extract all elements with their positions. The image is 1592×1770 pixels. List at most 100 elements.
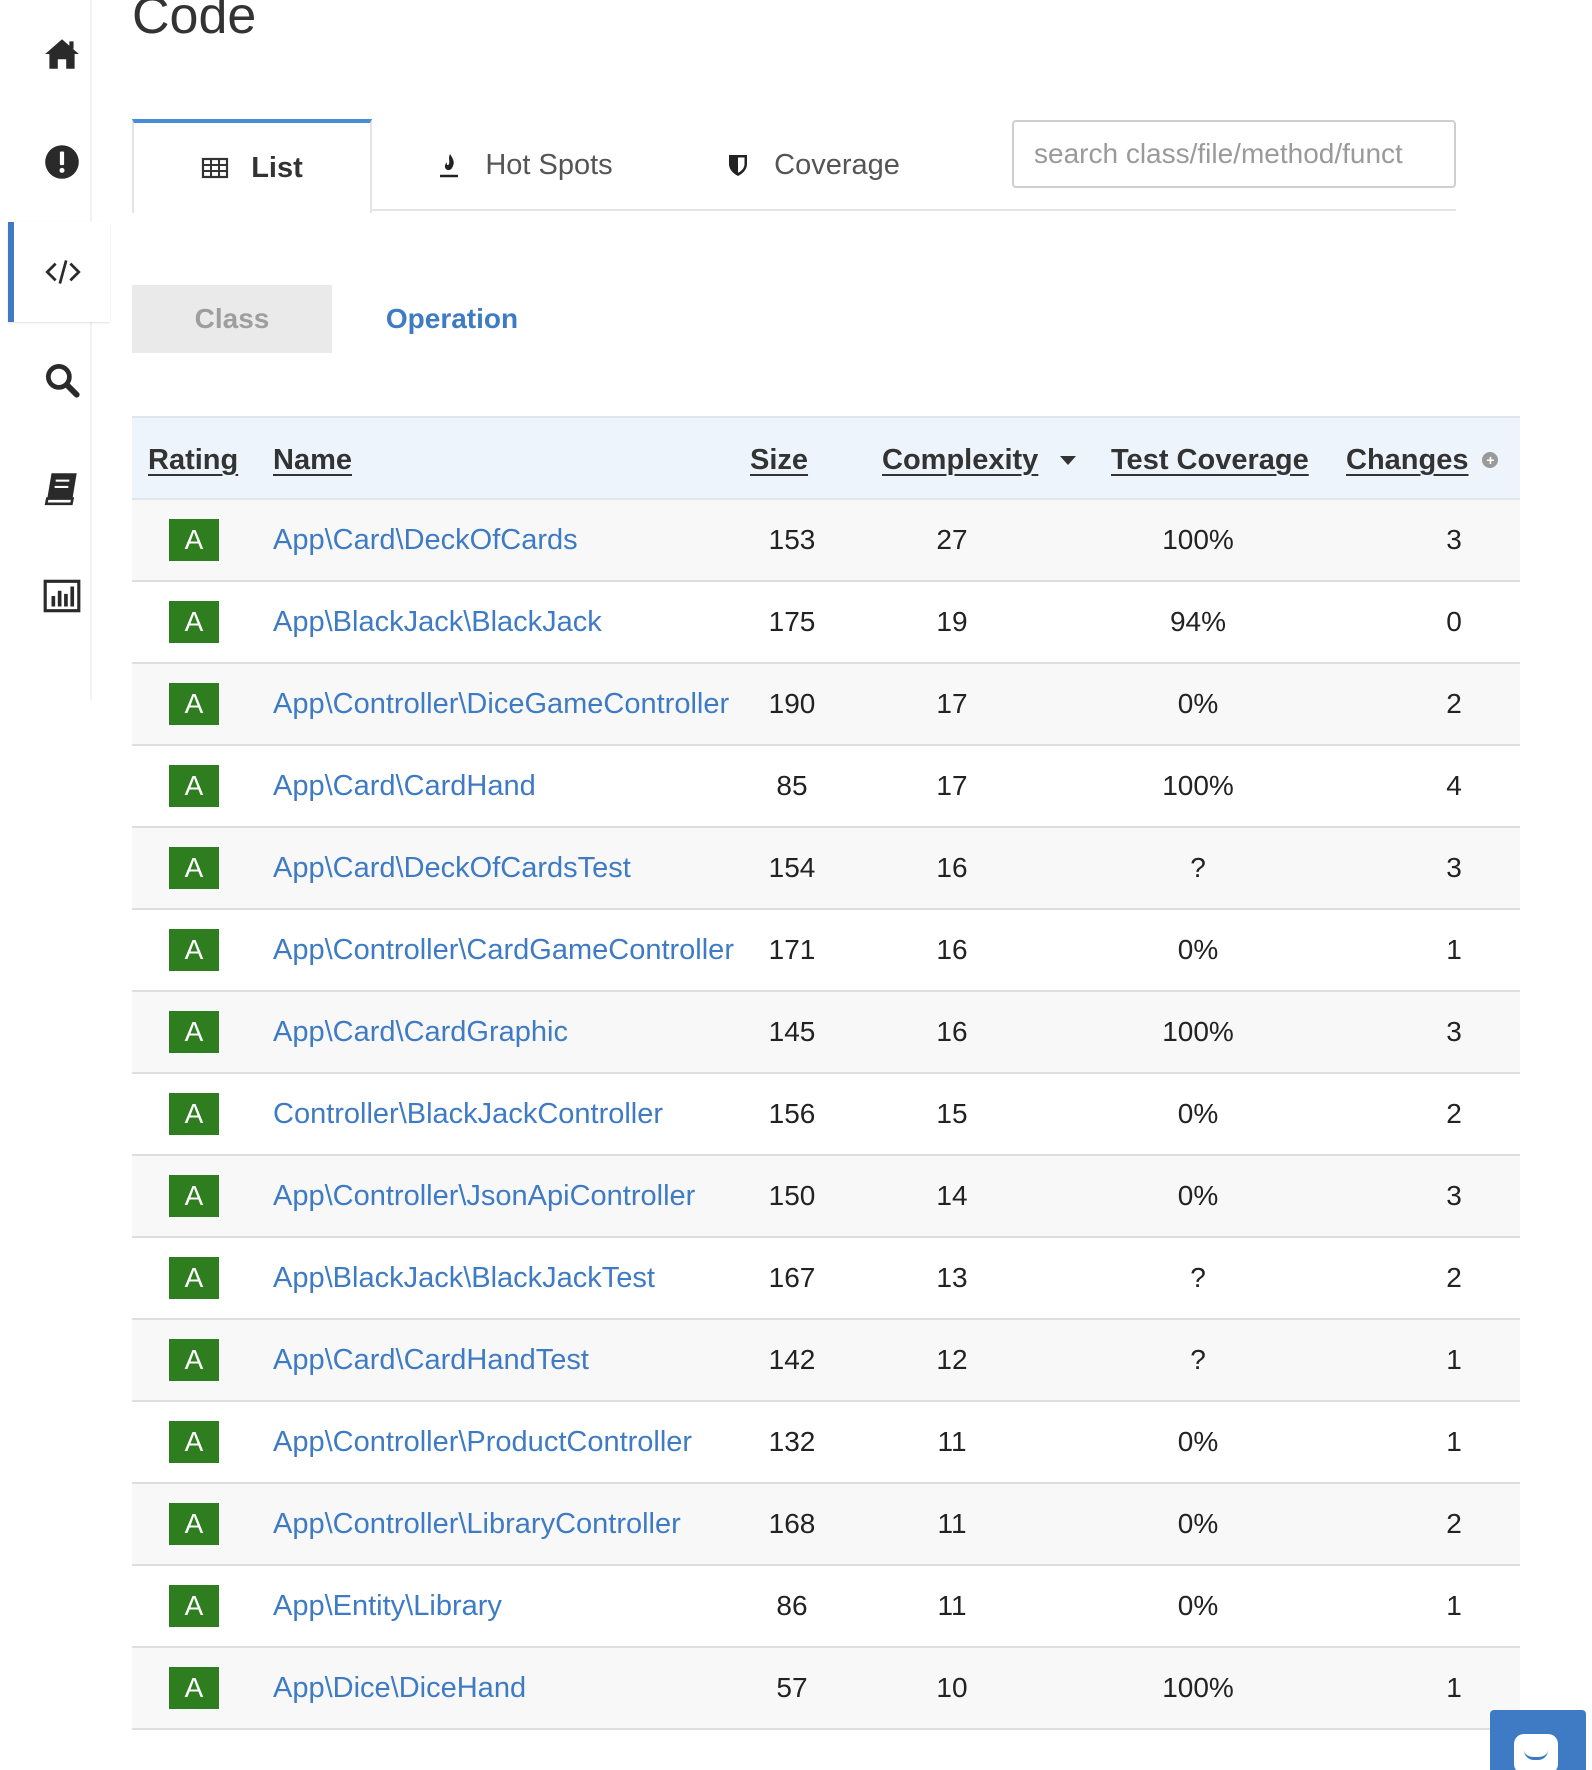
size-value: 171 [768,934,816,965]
search-input[interactable] [1012,120,1456,188]
complexity-value: 15 [936,1098,968,1129]
header-name[interactable]: Name [273,418,352,502]
size-value: 85 [776,770,808,801]
rating-badge: A [169,601,219,643]
info-plus-icon[interactable]: + [1482,452,1499,468]
rating-badge: A [169,1339,219,1381]
class-name-link[interactable]: App\Card\CardGraphic [273,992,568,1072]
home-icon [45,39,79,69]
coverage-value: 100% [1162,1672,1234,1703]
header-changes[interactable]: Changes + [1346,418,1499,502]
class-name-link[interactable]: App\Controller\JsonApiController [273,1156,695,1236]
complexity-value: 17 [936,688,968,719]
sidebar-item-issues[interactable] [10,112,112,212]
header-rating[interactable]: Rating [148,418,238,502]
changes-value: 2 [1446,688,1462,719]
table-header: Rating Name Size Complexity Test Coverag… [132,416,1520,500]
header-size[interactable]: Size [750,418,808,502]
table-body: A App\Card\DeckOfCards 153 27 100% 3 A App\Blac… [132,500,1520,1730]
fire-icon [440,154,459,178]
size-value: 154 [768,852,816,883]
sidebar [0,0,110,700]
complexity-value: 11 [937,1508,967,1539]
complexity-value: 13 [936,1262,968,1293]
sidebar-item-search[interactable] [10,330,112,430]
class-name-link[interactable]: App\Card\CardHandTest [273,1320,589,1400]
rating-badge: A [169,683,219,725]
class-name-link[interactable]: App\Card\CardHand [273,746,536,826]
complexity-value: 27 [936,524,968,555]
class-name-link[interactable]: Controller\BlackJackController [273,1074,663,1154]
size-value: 153 [768,524,816,555]
changes-value: 3 [1446,524,1462,555]
class-name-link[interactable]: App\Controller\DiceGameController [273,664,729,744]
coverage-value: 0% [1177,1508,1219,1539]
changes-value: 1 [1446,1590,1462,1621]
changes-value: 3 [1446,852,1462,883]
class-name-link[interactable]: App\BlackJack\BlackJack [273,582,602,662]
class-name-link[interactable]: App\Entity\Library [273,1566,502,1646]
header-complexity[interactable]: Complexity [882,418,1077,502]
code-icon [45,260,81,284]
class-toggle-button[interactable]: Class [132,285,332,353]
changes-value: 1 [1446,1672,1462,1703]
complexity-value: 17 [936,770,968,801]
code-table: Rating Name Size Complexity Test Coverag… [132,416,1520,1730]
changes-value: 2 [1446,1508,1462,1539]
complexity-value: 10 [936,1672,968,1703]
size-value: 190 [768,688,816,719]
book-icon [44,473,77,506]
tab-coverage-label: Coverage [774,148,900,181]
tab-list[interactable]: List [132,119,372,213]
table-row: A App\Entity\Library 86 11 0% 1 [132,1566,1520,1648]
table-row: A App\Controller\CardGameController 171 16 0… [132,910,1520,992]
coverage-value: ? [1190,852,1206,883]
coverage-value: 94% [1169,606,1227,637]
coverage-value: 0% [1177,1426,1219,1457]
size-value: 145 [768,1016,816,1047]
tab-hotspots[interactable]: Hot Spots [424,119,624,211]
rating-badge: A [169,1667,219,1709]
changes-value: 1 [1446,934,1462,965]
class-name-link[interactable]: App\BlackJack\BlackJackTest [273,1238,655,1318]
coverage-value: 100% [1162,524,1234,555]
table-row: A App\Dice\DiceHand 57 10 100% 1 [132,1648,1520,1730]
tab-coverage[interactable]: Coverage [712,119,912,211]
class-name-link[interactable]: App\Dice\DiceHand [273,1648,526,1728]
header-changes-label: Changes [1346,443,1469,476]
table-row: A App\Card\CardHand 85 17 100% 4 [132,746,1520,828]
sidebar-item-code[interactable] [8,222,110,322]
class-name-link[interactable]: App\Card\DeckOfCards [273,500,578,580]
operation-toggle-button[interactable]: Operation [332,285,572,353]
sidebar-item-home[interactable] [10,4,112,104]
complexity-value: 12 [936,1344,968,1375]
sidebar-item-metrics[interactable] [10,546,112,646]
coverage-value: 0% [1177,688,1219,719]
table-row: A App\BlackJack\BlackJackTest 167 13? 2 [132,1238,1520,1320]
class-name-link[interactable]: App\Card\DeckOfCardsTest [273,828,631,908]
table-row: A App\Controller\LibraryController 168 11 0%… [132,1484,1520,1566]
header-size-label: Size [750,443,809,476]
coverage-value: 100% [1162,1016,1234,1047]
size-value: 167 [768,1262,816,1293]
page: Code List Hot Spots Coverage search clas… [0,0,1592,1770]
header-coverage[interactable]: Test Coverage [1111,418,1309,502]
rating-badge: A [169,1175,219,1217]
size-value: 156 [768,1098,816,1129]
complexity-value: 11 [937,1590,967,1621]
sidebar-item-docs[interactable] [10,438,112,538]
complexity-value: 16 [936,934,968,965]
table-row: A App\Controller\JsonApiController 150 14 0%… [132,1156,1520,1238]
size-value: 132 [768,1426,816,1457]
table-icon [202,157,229,179]
chat-button[interactable] [1490,1710,1586,1770]
complexity-value: 14 [936,1180,968,1211]
header-coverage-label: Test Coverage [1111,443,1309,476]
class-name-link[interactable]: App\Controller\CardGameController [273,910,734,990]
complexity-value: 16 [936,1016,968,1047]
changes-value: 2 [1446,1098,1462,1129]
class-name-link[interactable]: App\Controller\ProductController [273,1402,692,1482]
rating-badge: A [169,1421,219,1463]
rating-badge: A [169,1011,219,1053]
class-name-link[interactable]: App\Controller\LibraryController [273,1484,681,1564]
